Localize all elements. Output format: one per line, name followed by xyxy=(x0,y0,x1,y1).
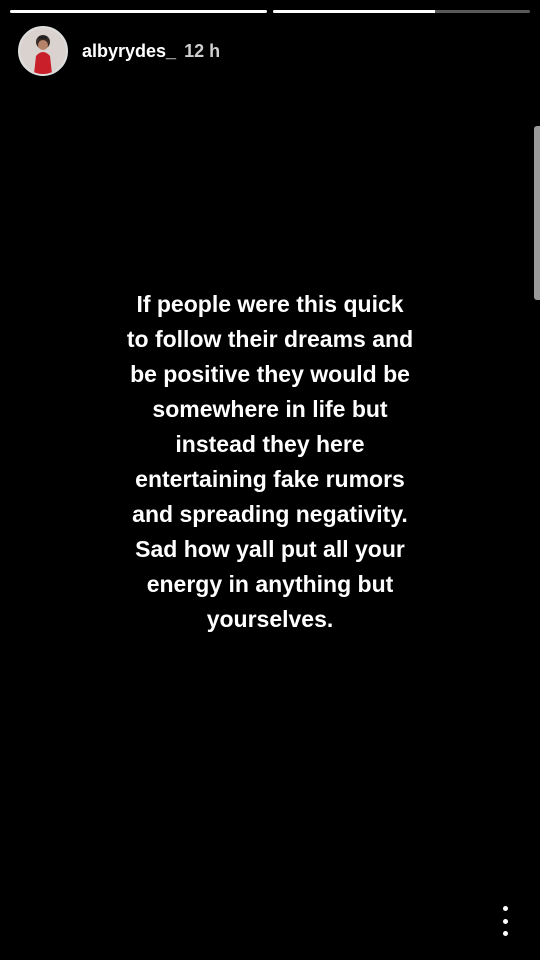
avatar[interactable] xyxy=(18,26,68,76)
more-dot-top xyxy=(502,906,508,911)
story-progress-segment-1 xyxy=(10,10,267,13)
story-progress-fill-1 xyxy=(10,10,267,13)
story-progress-bar xyxy=(10,10,530,13)
timestamp: 12 h xyxy=(184,40,221,61)
story-progress-fill-2 xyxy=(273,10,435,13)
story-header: albyrydes_ 12 h xyxy=(18,26,220,76)
more-dot-middle xyxy=(502,918,508,924)
story-progress-segment-2 xyxy=(273,10,530,13)
story-text: If people were this quick to follow thei… xyxy=(126,291,414,632)
more-dot-bottom xyxy=(502,931,508,936)
side-scroll-indicator xyxy=(534,126,540,300)
profile-avatar-icon xyxy=(20,28,66,74)
more-vertical-icon[interactable] xyxy=(498,906,512,936)
username[interactable]: albyrydes_ xyxy=(82,41,176,61)
